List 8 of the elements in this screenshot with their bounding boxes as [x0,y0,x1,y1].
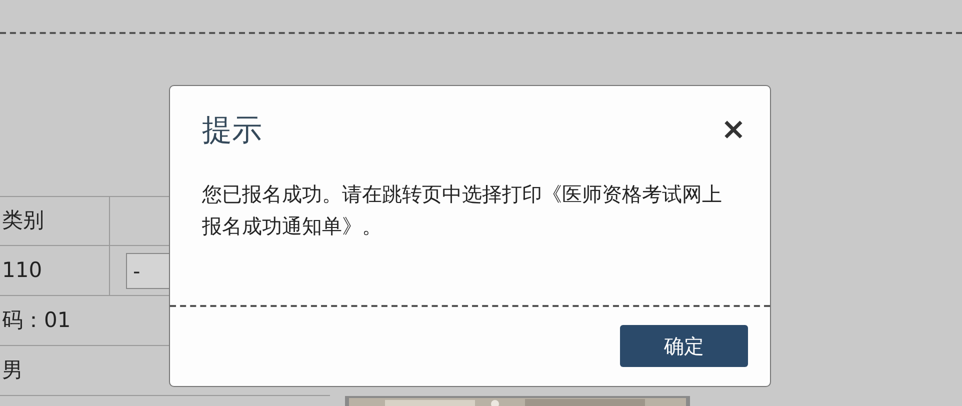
dialog-title: 提示 [202,112,262,150]
table-cell: 110 [0,246,110,295]
close-button[interactable]: × [716,115,750,145]
table-cell-text: 码：01 [1,306,71,334]
message-text: 您已报名成功。请在跳转页中选择打印《医师资格考试网上报名成功通知单》。 [201,181,723,240]
table-cell: 类别 [0,197,110,245]
confirm-button[interactable]: 确定 [620,325,748,367]
table-cell-text: 男 [1,356,23,384]
